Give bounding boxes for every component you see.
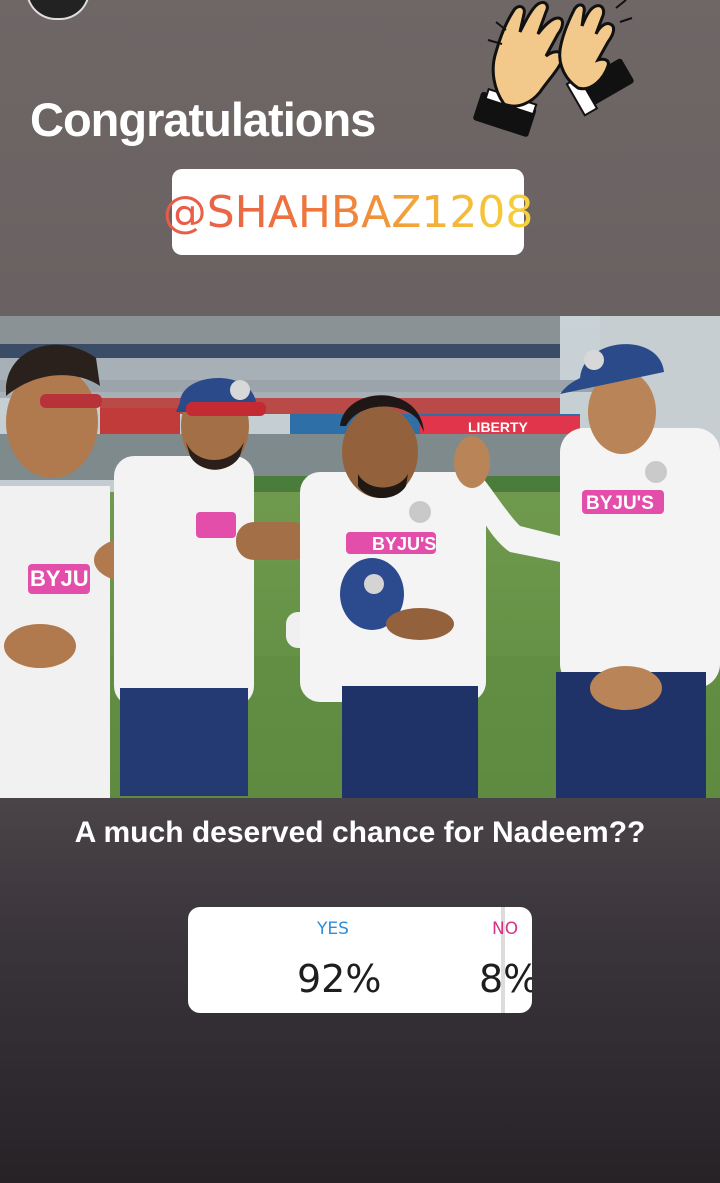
clapping-hands-icon xyxy=(473,0,634,137)
svg-text:BYJU: BYJU xyxy=(30,566,89,591)
cricket-team-photo: LIBERTY BYJU BYJU'S BYJU'S xyxy=(0,316,720,798)
mention-sticker[interactable]: @SHAHBAZ1208 xyxy=(163,169,533,255)
avatar[interactable] xyxy=(26,0,90,20)
poll-option-yes-label[interactable]: YES xyxy=(317,919,349,939)
stand-banner-text: LIBERTY xyxy=(468,419,529,435)
poll-option-no-percent: 8% xyxy=(479,957,532,1001)
poll-sticker[interactable]: YES NO 92% 8% xyxy=(188,907,532,1013)
congratulations-heading: Congratulations xyxy=(30,93,376,146)
poll-option-no-label[interactable]: NO xyxy=(492,919,518,939)
mention-text: @SHAHBAZ1208 xyxy=(162,186,534,238)
jersey-text: BYJU'S xyxy=(372,534,436,554)
poll-option-yes-percent: 92% xyxy=(297,957,382,1001)
poll-question: A much deserved chance for Nadeem?? xyxy=(74,816,646,849)
svg-text:BYJU'S: BYJU'S xyxy=(586,493,654,514)
